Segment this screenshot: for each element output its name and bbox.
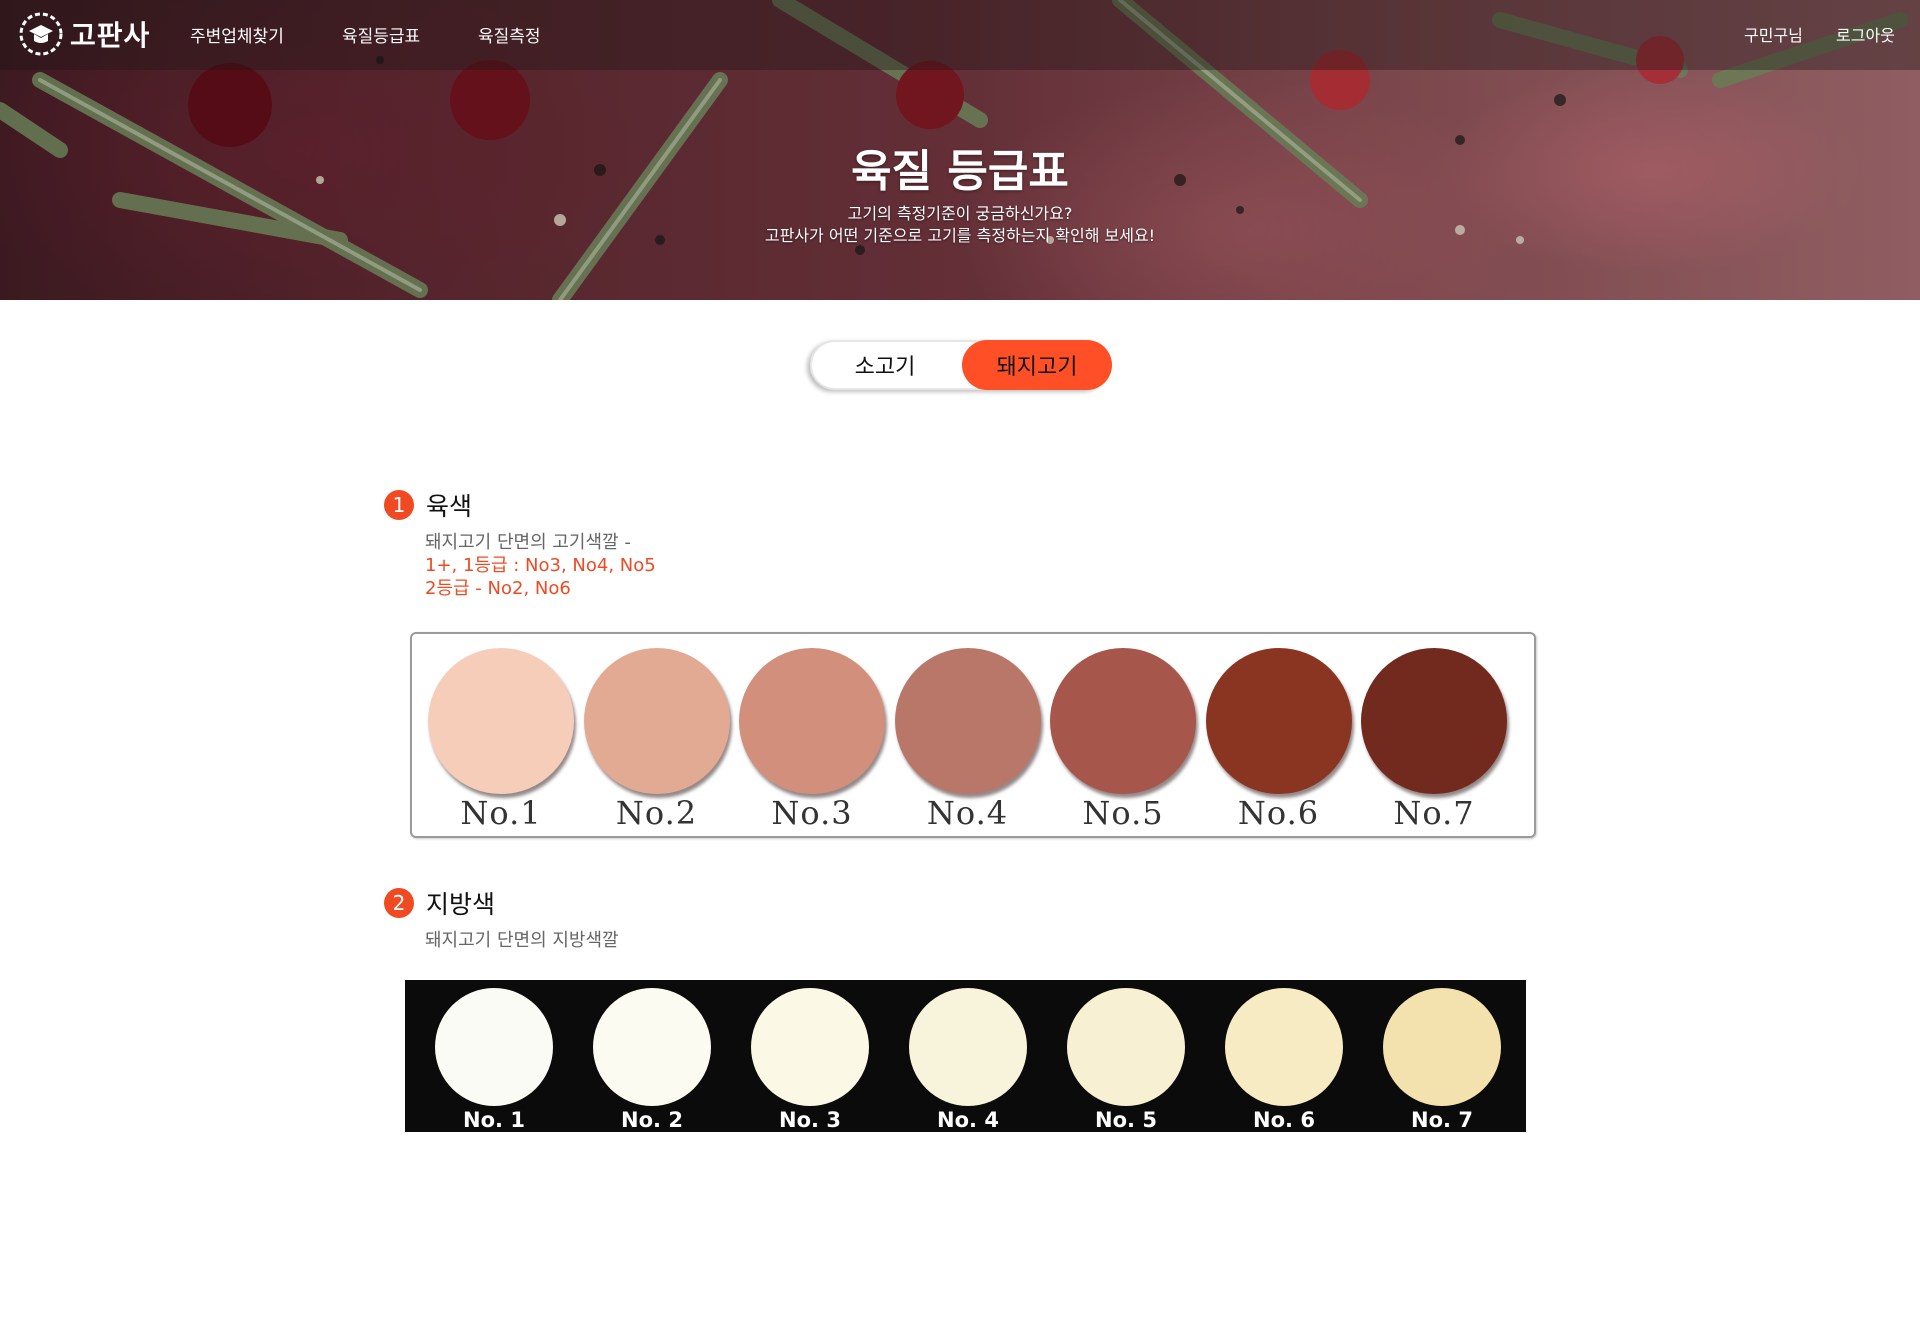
logo[interactable]: 고판사 (18, 11, 150, 57)
fat-color-swatch (1383, 988, 1501, 1106)
section-description: 돼지고기 단면의 지방색깔 (425, 930, 619, 951)
fat-color-label: No. 2 (621, 1108, 683, 1132)
lean-color-swatch (583, 648, 730, 794)
user-name[interactable]: 구민구님 (1744, 22, 1803, 46)
fat-color-label: No. 6 (1253, 1108, 1315, 1132)
fat-color-label: No. 7 (1411, 1108, 1473, 1132)
lean-color-swatch (428, 648, 574, 794)
grade-line-2: 2등급 - No2, No6 (425, 578, 571, 599)
nav-link-measure[interactable]: 육질측정 (478, 22, 541, 47)
section-title: 육색 (426, 492, 473, 521)
lean-color-label: No.7 (1393, 794, 1475, 832)
nav-link-nearby-stores[interactable]: 주변업체찾기 (190, 22, 284, 47)
hero-subtitle-line2: 고판사가 어떤 기준으로 고기를 측정하는지 확인해 보세요! (764, 226, 1156, 245)
meat-type-toggle: 소고기 돼지고기 (810, 340, 1112, 390)
lean-color-label: No.6 (1237, 794, 1320, 832)
fat-color-swatch (593, 988, 711, 1106)
lean-color-label: No.1 (460, 794, 542, 832)
hero-subtitle-line1: 고기의 측정기준이 궁금하신가요? (847, 204, 1073, 223)
nav-link-grade-chart[interactable]: 육질등급표 (342, 22, 420, 47)
logout-link[interactable]: 로그아웃 (1836, 22, 1895, 46)
fat-color-swatch (751, 988, 869, 1106)
section-number-badge: 2 (384, 888, 414, 918)
lean-color-swatch (739, 648, 885, 794)
lean-color-label: No.3 (771, 794, 853, 832)
section-number-badge: 1 (384, 490, 414, 520)
section-lean-color-header: 1 육색 (384, 487, 472, 523)
lean-color-swatch (1205, 648, 1352, 794)
logo-icon (19, 12, 63, 56)
lean-color-label: No.2 (615, 794, 698, 832)
fat-color-swatch (435, 988, 553, 1106)
lean-color-label: No.5 (1082, 794, 1164, 832)
fat-color-chart: No. 1 No. 2 No. 3 No. 4 No. 5 No. 6 No. 7 (405, 980, 1526, 1132)
lean-color-chart: No.1 No.2 No.3 No.4 No.5 No.6 No.7 (410, 632, 1536, 838)
lean-color-swatch (1050, 648, 1196, 794)
toggle-pork[interactable]: 돼지고기 (962, 340, 1112, 390)
page-title: 육질 등급표 (851, 146, 1069, 197)
fat-color-label: No. 5 (1095, 1108, 1157, 1132)
section-title: 지방색 (426, 890, 496, 919)
toggle-beef[interactable]: 소고기 (810, 340, 960, 390)
logo-text: 고판사 (70, 19, 151, 52)
fat-color-label: No. 4 (937, 1108, 999, 1132)
hero-banner: 고판사 주변업체찾기 육질등급표 육질측정 구민구님 로그아웃 육질 등급표 고… (0, 0, 1920, 300)
lean-color-label: No.4 (926, 794, 1009, 832)
fat-color-label: No. 3 (779, 1108, 841, 1132)
fat-color-swatch (1067, 988, 1185, 1106)
fat-color-swatch (909, 988, 1027, 1106)
top-navigation: 고판사 주변업체찾기 육질등급표 육질측정 구민구님 로그아웃 (0, 0, 1920, 70)
lean-color-swatch (1361, 648, 1507, 794)
section-fat-color-header: 2 지방색 (384, 885, 495, 921)
fat-color-swatch (1225, 988, 1343, 1106)
fat-color-label: No. 1 (463, 1108, 525, 1132)
lean-color-swatch (894, 648, 1041, 794)
